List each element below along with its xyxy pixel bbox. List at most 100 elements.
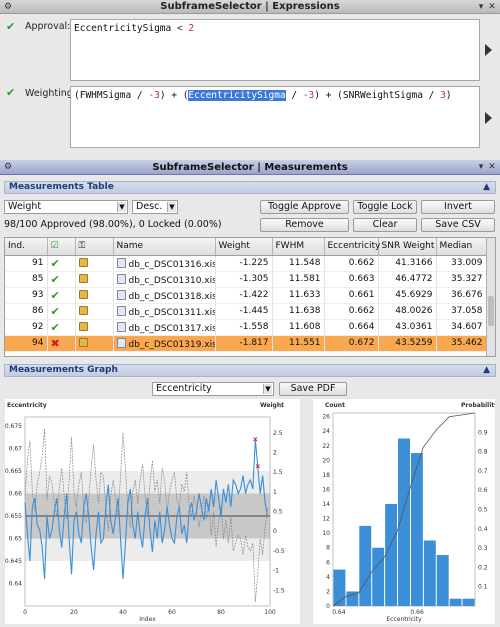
- approved-check-icon[interactable]: ✔: [51, 289, 60, 302]
- weighting-expression-editor[interactable]: (FWHMSigma / -3) + (EccentricitySigma / …: [70, 86, 480, 148]
- x-tick-label: 0.64: [332, 609, 346, 616]
- sort-order-select[interactable]: Desc. ▼: [132, 200, 178, 214]
- cell-snr-weight: 41.3166: [378, 255, 437, 272]
- approval-operator: <: [171, 23, 189, 34]
- y2-tick-label: 2.5: [273, 430, 283, 437]
- collapse-icon[interactable]: ▲: [483, 365, 490, 376]
- w-p4: ) + (SNRWeightSigma /: [314, 90, 441, 101]
- y-tick-label: 2: [326, 588, 330, 595]
- weighting-arrow-icon[interactable]: [485, 112, 492, 124]
- shade-icon[interactable]: ▾: [476, 162, 486, 172]
- expressions-titlebar[interactable]: ⚙ SubframeSelector | Expressions ▾ ✕: [0, 0, 500, 14]
- col-eccentricity[interactable]: Eccentricity: [324, 238, 380, 256]
- cell-lock[interactable]: [75, 319, 114, 336]
- col-weight[interactable]: Weight: [215, 238, 273, 256]
- save-pdf-button[interactable]: Save PDF: [279, 382, 347, 396]
- cell-eccentricity: 0.672: [324, 335, 379, 352]
- approval-label: Approval:: [25, 21, 71, 32]
- close-icon[interactable]: ✕: [487, 162, 497, 172]
- rejected-marker-0: ×: [252, 436, 258, 444]
- clear-button[interactable]: Clear: [353, 218, 417, 232]
- approved-check-icon[interactable]: ✔: [51, 273, 60, 286]
- approval-expression-editor[interactable]: EccentricitySigma < 2: [70, 19, 480, 81]
- window-menu-icon[interactable]: ⚙: [3, 2, 13, 12]
- table-row[interactable]: 93 ✔ db_c_DSC01318.xisf -1.422 11.633 0.661 45…: [5, 287, 487, 304]
- remove-button[interactable]: Remove: [260, 218, 349, 232]
- cell-weight: -1.225: [215, 255, 273, 272]
- x-tick-label: 100: [264, 609, 276, 616]
- table-row[interactable]: 85 ✔ db_c_DSC01310.xisf -1.305 11.581 0.663 46…: [5, 271, 487, 288]
- cell-lock[interactable]: [75, 271, 114, 288]
- sort-field-select[interactable]: Weight ▼: [4, 200, 128, 214]
- cell-eccentricity: 0.664: [324, 319, 379, 336]
- approved-check-icon[interactable]: ✔: [51, 321, 60, 334]
- cell-approved[interactable]: ✖: [47, 335, 76, 352]
- col-index[interactable]: Ind.: [5, 238, 48, 256]
- approval-arrow-icon[interactable]: [485, 44, 492, 56]
- table-row[interactable]: 91 ✔ db_c_DSC01316.xisf -1.225 11.548 0.662 41…: [5, 255, 487, 272]
- y2-tick-label: 0.5: [478, 507, 488, 514]
- cell-snr-weight: 43.5259: [378, 335, 437, 352]
- cell-index: 85: [5, 271, 48, 288]
- y-axis-label: Count: [325, 402, 345, 409]
- table-row[interactable]: 92 ✔ db_c_DSC01317.xisf -1.558 11.608 0.664 43…: [5, 319, 487, 336]
- col-fwhm[interactable]: FWHM: [272, 238, 325, 256]
- measurements-titlebar[interactable]: ⚙ SubframeSelector | Measurements ▾ ✕: [0, 160, 500, 175]
- measurements-table-header[interactable]: Measurements Table ▲: [4, 181, 496, 194]
- approved-check-icon[interactable]: ✔: [51, 305, 60, 318]
- col-locked[interactable]: ⚿: [75, 238, 114, 256]
- eccentricity-line-chart[interactable]: × × 0.64 0.645 0.65 0.655 0.66 0.665 0.67 0.675 -1…: [5, 399, 300, 624]
- measurements-table[interactable]: Ind. ☑ ⚿ Name Weight FWHM Eccentricity S…: [4, 237, 496, 357]
- cell-approved[interactable]: ✔: [47, 319, 76, 336]
- y2-tick-label: 0.1: [478, 584, 488, 591]
- unlock-icon[interactable]: [78, 274, 88, 283]
- cell-lock[interactable]: [75, 335, 114, 352]
- unlock-icon[interactable]: [78, 290, 88, 299]
- close-icon[interactable]: ✕: [487, 2, 497, 12]
- approved-check-icon[interactable]: ✔: [51, 257, 60, 270]
- col-approved[interactable]: ☑: [47, 238, 76, 256]
- unlock-icon[interactable]: [78, 258, 88, 267]
- y-axis-label: Eccentricity: [7, 402, 47, 409]
- graph-property-select[interactable]: Eccentricity ▼: [152, 382, 274, 396]
- unlock-icon[interactable]: [78, 306, 88, 315]
- collapse-icon[interactable]: ▲: [483, 182, 490, 193]
- toggle-lock-button[interactable]: Toggle Lock: [353, 200, 417, 214]
- cell-index: 86: [5, 303, 48, 320]
- x-tick-label: 0.66: [410, 609, 424, 616]
- eccentricity-histogram[interactable]: 024681012141618202224260.10.20.30.40.50.…: [313, 399, 495, 624]
- unlock-icon[interactable]: [78, 322, 88, 331]
- cell-lock[interactable]: [75, 287, 114, 304]
- y2-tick-label: -0.5: [273, 548, 285, 555]
- invert-button[interactable]: Invert: [421, 200, 495, 214]
- window-menu-icon[interactable]: ⚙: [3, 162, 13, 172]
- histogram-bar: [359, 525, 372, 606]
- unlock-icon[interactable]: [78, 338, 88, 347]
- y-tick-label: 0.65: [9, 536, 23, 543]
- y2-tick-label: 0.8: [478, 449, 488, 456]
- cell-median: 34.607: [436, 319, 487, 336]
- scroll-thumb[interactable]: [488, 296, 494, 326]
- cell-lock[interactable]: [75, 303, 114, 320]
- table-row[interactable]: 86 ✔ db_c_DSC01311.xisf -1.445 11.638 0.662 48…: [5, 303, 487, 320]
- file-icon: [116, 289, 126, 300]
- toggle-approve-button[interactable]: Toggle Approve: [260, 200, 349, 214]
- cell-approved[interactable]: ✔: [47, 255, 76, 272]
- y2-tick-label: 0.6: [478, 487, 488, 494]
- cell-lock[interactable]: [75, 255, 114, 272]
- cell-approved[interactable]: ✔: [47, 303, 76, 320]
- y-tick-label: 26: [322, 414, 330, 421]
- shade-icon[interactable]: ▾: [476, 2, 486, 12]
- cell-name: db_c_DSC01316.xisf: [113, 255, 216, 272]
- col-snr-weight[interactable]: SNR Weight: [378, 238, 437, 256]
- cell-approved[interactable]: ✔: [47, 287, 76, 304]
- cell-fwhm: 11.633: [272, 287, 325, 304]
- col-median[interactable]: Median: [436, 238, 487, 256]
- measurements-graph-header[interactable]: Measurements Graph ▲: [4, 364, 496, 377]
- rejected-x-icon[interactable]: ✖: [51, 337, 60, 350]
- save-csv-button[interactable]: Save CSV: [421, 218, 495, 232]
- col-name[interactable]: Name: [113, 238, 216, 256]
- vertical-scrollbar[interactable]: [486, 238, 495, 356]
- table-row[interactable]: 94 ✖ db_c_DSC01319.xisf -1.817 11.551 0.672 43…: [5, 335, 487, 352]
- cell-approved[interactable]: ✔: [47, 271, 76, 288]
